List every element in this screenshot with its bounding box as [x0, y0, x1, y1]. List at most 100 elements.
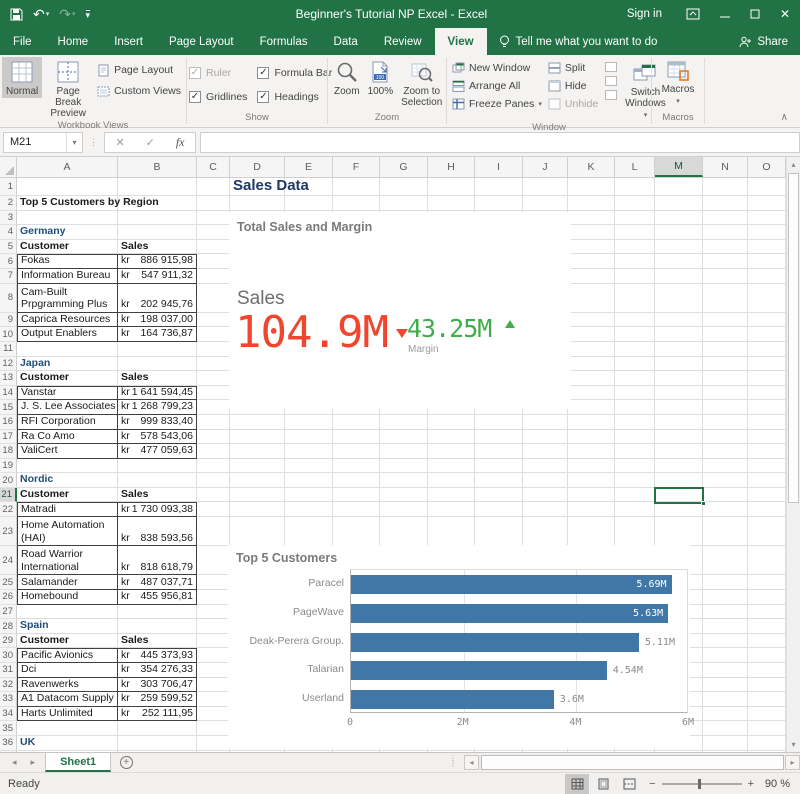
cell-K21[interactable] [568, 488, 615, 503]
tab-data[interactable]: Data [321, 28, 371, 55]
cell-C12[interactable] [197, 357, 230, 372]
cell-O23[interactable] [748, 517, 786, 546]
cell-B10[interactable]: kr164 736,87 [118, 327, 197, 342]
cell-C17[interactable] [197, 430, 230, 445]
cell-O32[interactable] [748, 678, 786, 693]
maximize-button[interactable] [740, 0, 770, 28]
cell-M18[interactable] [655, 444, 703, 459]
cell-L16[interactable] [615, 415, 655, 430]
reset-window-position-icon[interactable] [605, 90, 617, 100]
cell-J2[interactable] [523, 196, 568, 211]
cell-B14[interactable]: kr1 641 594,45 [118, 386, 197, 401]
cell-C3[interactable] [197, 211, 230, 226]
cell-M19[interactable] [655, 459, 703, 474]
cell-C35[interactable] [197, 721, 230, 736]
cell-M14[interactable] [655, 386, 703, 401]
cell-A3[interactable] [17, 211, 118, 226]
cell-M2[interactable] [655, 196, 703, 211]
tell-me-box[interactable]: Tell me what you want to do [487, 28, 740, 55]
cell-J20[interactable] [523, 473, 568, 488]
cell-N26[interactable] [703, 590, 748, 605]
cell-K15[interactable] [568, 400, 615, 415]
row-header-26[interactable]: 26 [0, 590, 17, 605]
cell-A25[interactable]: Salamander [17, 575, 118, 590]
cell-O24[interactable] [748, 546, 786, 575]
cell-I16[interactable] [475, 415, 523, 430]
horizontal-scrollbar-thumb[interactable] [481, 755, 784, 770]
tab-home[interactable]: Home [45, 28, 102, 55]
cell-C21[interactable] [197, 488, 230, 503]
cell-C36[interactable] [197, 736, 230, 751]
unhide-button[interactable]: Unhide [545, 95, 601, 113]
cell-B9[interactable]: kr198 037,00 [118, 313, 197, 328]
cell-K11[interactable] [568, 342, 615, 357]
cell-M20[interactable] [655, 473, 703, 488]
cell-C19[interactable] [197, 459, 230, 474]
cell-A14[interactable]: Vanstar [17, 386, 118, 401]
cell-K3[interactable] [568, 211, 615, 226]
row-header-8[interactable]: 8 [0, 284, 17, 313]
cell-M9[interactable] [655, 313, 703, 328]
vertical-scrollbar[interactable]: ▴ ▾ [786, 157, 800, 752]
cell-B26[interactable]: kr455 956,81 [118, 590, 197, 605]
cell-H16[interactable] [428, 415, 475, 430]
view-side-by-side-icon[interactable] [605, 62, 617, 72]
cell-I2[interactable] [475, 196, 523, 211]
cell-L17[interactable] [615, 430, 655, 445]
row-header-12[interactable]: 12 [0, 357, 17, 372]
cell-M4[interactable] [655, 225, 703, 240]
cell-N11[interactable] [703, 342, 748, 357]
cell-A29[interactable]: Customer [17, 634, 118, 649]
cell-O9[interactable] [748, 313, 786, 328]
cell-O25[interactable] [748, 575, 786, 590]
row-header-17[interactable]: 17 [0, 430, 17, 445]
cell-C6[interactable] [197, 254, 230, 269]
cell-O12[interactable] [748, 357, 786, 372]
zoom-out-icon[interactable]: − [649, 778, 655, 790]
formula-bar-splitter[interactable]: ⋮ [83, 139, 104, 146]
cell-B34[interactable]: kr252 111,95 [118, 707, 197, 722]
column-header-C[interactable]: C [197, 157, 230, 177]
cell-O14[interactable] [748, 386, 786, 401]
cell-N34[interactable] [703, 707, 748, 722]
cell-K4[interactable] [568, 225, 615, 240]
cell-O7[interactable] [748, 269, 786, 284]
ribbon-display-options-icon[interactable] [676, 0, 710, 28]
cell-N10[interactable] [703, 327, 748, 342]
scroll-right-icon[interactable]: ▸ [785, 755, 800, 770]
status-normal-view-button[interactable] [565, 774, 589, 794]
synchronous-scrolling-icon[interactable] [605, 76, 617, 86]
fill-handle[interactable] [701, 501, 706, 506]
cell-L9[interactable] [615, 313, 655, 328]
scroll-down-icon[interactable]: ▾ [787, 737, 800, 752]
cell-N25[interactable] [703, 575, 748, 590]
cell-A13[interactable]: Customer [17, 371, 118, 386]
cell-C32[interactable] [197, 678, 230, 693]
tab-insert[interactable]: Insert [101, 28, 156, 55]
select-all-corner[interactable] [0, 157, 17, 177]
cell-G20[interactable] [380, 473, 428, 488]
cell-A28[interactable]: Spain [17, 619, 118, 634]
split-button[interactable]: Split [545, 59, 601, 77]
cell-G2[interactable] [380, 196, 428, 211]
row-header-30[interactable]: 30 [0, 648, 17, 663]
cell-K16[interactable] [568, 415, 615, 430]
row-header-34[interactable]: 34 [0, 707, 17, 722]
cell-N12[interactable] [703, 357, 748, 372]
new-sheet-button[interactable]: + [111, 753, 141, 772]
cell-G22[interactable] [380, 502, 428, 517]
name-box[interactable]: M21▾ [3, 132, 83, 153]
column-header-O[interactable]: O [748, 157, 786, 177]
cell-F20[interactable] [333, 473, 380, 488]
name-box-dropdown-icon[interactable]: ▾ [66, 133, 82, 152]
cell-J17[interactable] [523, 430, 568, 445]
cell-F17[interactable] [333, 430, 380, 445]
row-header-22[interactable]: 22 [0, 502, 17, 517]
cell-O29[interactable] [748, 634, 786, 649]
cell-C4[interactable] [197, 225, 230, 240]
cell-A19[interactable] [17, 459, 118, 474]
cell-F1[interactable] [333, 178, 380, 196]
cell-L6[interactable] [615, 254, 655, 269]
cell-K10[interactable] [568, 327, 615, 342]
cell-H1[interactable] [428, 178, 475, 196]
